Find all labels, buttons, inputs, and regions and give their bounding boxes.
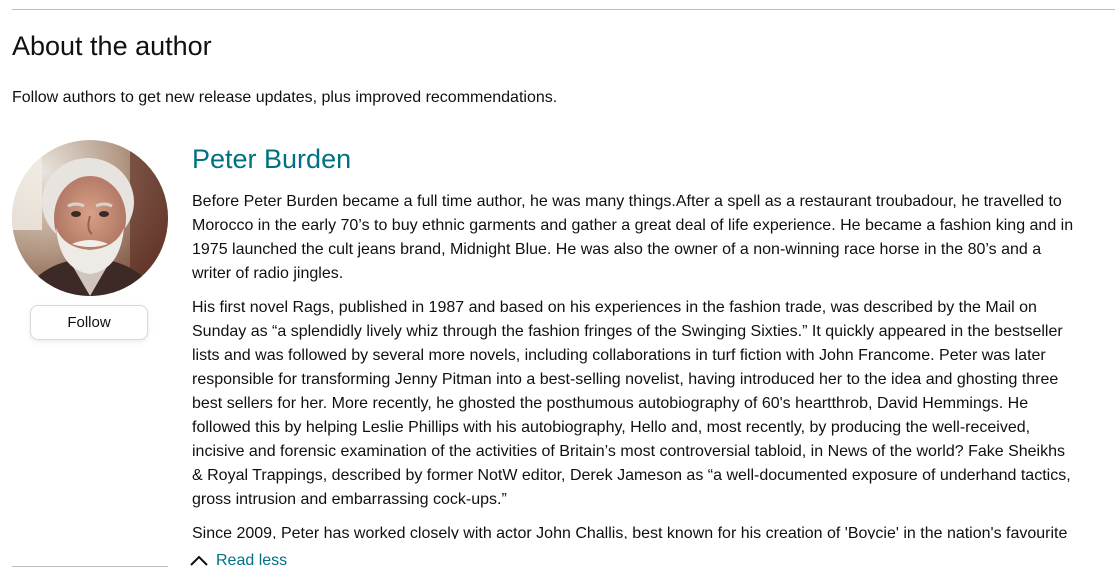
author-name-link[interactable]: Peter Burden — [192, 142, 351, 176]
top-divider — [12, 9, 1115, 10]
author-bio: Before Peter Burden became a full time a… — [192, 190, 1115, 539]
author-photo — [12, 140, 168, 296]
section-title: About the author — [12, 31, 212, 61]
follow-button[interactable]: Follow — [30, 305, 148, 340]
section-subtitle: Follow authors to get new release update… — [12, 89, 558, 106]
chevron-up-icon — [188, 550, 210, 572]
bio-line: followed this by helping Leslie Phillips… — [192, 419, 1031, 436]
bio-paragraph: Before Peter Burden became a full time a… — [192, 190, 1115, 286]
bio-line: Before Peter Burden became a full time a… — [192, 193, 1062, 210]
bio-line: 1975 launched the cult jeans brand, Midn… — [192, 241, 1042, 258]
bottom-divider — [12, 566, 168, 567]
bio-line: gross intrusion and embarrassing cock-up… — [192, 491, 507, 508]
bio-paragraph: His first novel Rags, published in 1987 … — [192, 296, 1115, 512]
bio-line: lists and was followed by several more n… — [192, 347, 1046, 364]
author-avatar[interactable] — [12, 140, 168, 296]
bio-line: Morocco in the early 70’s to buy ethnic … — [192, 217, 1074, 234]
bio-line: Since 2009, Peter has worked closely wit… — [192, 525, 1068, 539]
bio-line: best sellers for her. More recently, he … — [192, 395, 1029, 412]
bio-line: & Royal Trappings, described by former N… — [192, 467, 1071, 484]
bio-line: incisive and forensic examination of the… — [192, 443, 1066, 460]
read-less-link[interactable]: Read less — [188, 550, 287, 572]
bio-paragraph: Since 2009, Peter has worked closely wit… — [192, 522, 1115, 539]
bio-line: His first novel Rags, published in 1987 … — [192, 299, 1037, 316]
bio-line: responsible for transforming Jenny Pitma… — [192, 371, 1059, 388]
read-less-label: Read less — [216, 552, 288, 569]
bio-line: writer of radio jingles. — [192, 265, 344, 282]
bio-line: Sunday as “a splendidly lively whiz thro… — [192, 323, 1063, 340]
